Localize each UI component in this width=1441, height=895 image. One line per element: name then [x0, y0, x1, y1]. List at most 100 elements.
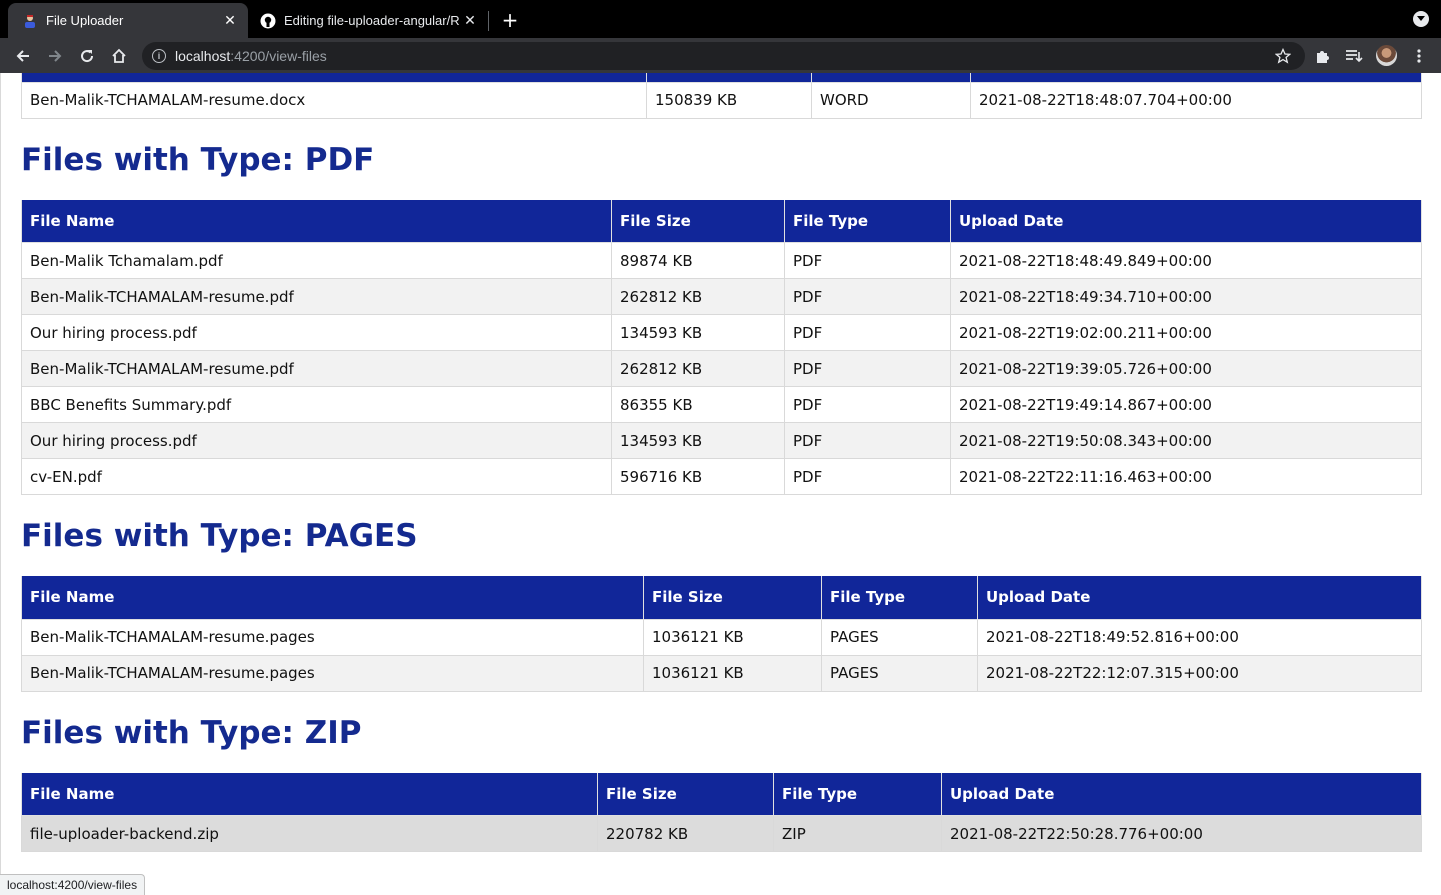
- section-heading-zip: Files with Type: ZIP: [21, 714, 362, 751]
- tab-file-uploader[interactable]: File Uploader ✕: [8, 3, 248, 38]
- table-header-row: File Name File Size File Type Upload Dat…: [21, 199, 1422, 243]
- upload-date-cell: 2021-08-22T19:49:14.867+00:00: [950, 386, 1422, 423]
- tab-github-editing[interactable]: Editing file-uploader-angular/R ✕: [248, 3, 488, 38]
- column-header-file-name[interactable]: File Name: [21, 772, 598, 816]
- upload-date-cell: 2021-08-22T22:50:28.776+00:00: [941, 815, 1422, 852]
- files-table-zip: File Name File Size File Type Upload Dat…: [21, 772, 1422, 852]
- file-type-cell: WORD: [811, 81, 971, 119]
- file-name-cell: Ben-Malik Tchamalam.pdf: [21, 242, 612, 279]
- reading-list-icon[interactable]: [1344, 46, 1364, 66]
- menu-kebab-icon[interactable]: [1409, 46, 1429, 66]
- table-row: Our hiring process.pdf 134593 KB PDF 202…: [21, 422, 1422, 459]
- upload-date-cell: 2021-08-22T22:11:16.463+00:00: [950, 458, 1422, 495]
- table-row: Our hiring process.pdf 134593 KB PDF 202…: [21, 314, 1422, 351]
- file-type-cell: PAGES: [821, 654, 978, 692]
- file-type-cell: ZIP: [773, 815, 942, 852]
- table-row: file-uploader-backend.zip 220782 KB ZIP …: [21, 815, 1422, 852]
- close-tab-icon[interactable]: ✕: [220, 11, 240, 31]
- page-left-border: [0, 73, 1, 895]
- forward-arrow-icon[interactable]: [41, 42, 69, 70]
- url-path: :4200/view-files: [230, 48, 327, 64]
- file-size-cell: 262812 KB: [611, 278, 785, 315]
- new-tab-icon[interactable]: +: [498, 8, 522, 32]
- files-table-pdf: File Name File Size File Type Upload Dat…: [21, 199, 1422, 495]
- file-type-cell: PDF: [784, 422, 951, 459]
- table-row: BBC Benefits Summary.pdf 86355 KB PDF 20…: [21, 386, 1422, 423]
- tab-strip: File Uploader ✕ Editing file-uploader-an…: [0, 0, 1441, 38]
- file-type-cell: PDF: [784, 386, 951, 423]
- column-header-upload-date[interactable]: Upload Date: [970, 73, 1422, 83]
- upload-date-cell: 2021-08-22T22:12:07.315+00:00: [977, 654, 1422, 692]
- file-name-cell: Ben-Malik-TCHAMALAM-resume.pages: [21, 654, 644, 692]
- table-header-row: File Name File Size File Type Upload Dat…: [21, 576, 1422, 620]
- address-bar[interactable]: i localhost:4200/view-files: [142, 42, 1305, 70]
- column-header-file-type[interactable]: File Type: [821, 576, 978, 620]
- back-arrow-icon[interactable]: [9, 42, 37, 70]
- column-header-file-size[interactable]: File Size: [643, 576, 822, 620]
- table-header-row: File Name File Size File Type Upload Dat…: [21, 772, 1422, 816]
- files-table-pages: File Name File Size File Type Upload Dat…: [21, 576, 1422, 692]
- file-name-cell: Our hiring process.pdf: [21, 422, 612, 459]
- table-row: Ben-Malik Tchamalam.pdf 89874 KB PDF 202…: [21, 242, 1422, 279]
- file-name-cell: Ben-Malik-TCHAMALAM-resume.docx: [21, 81, 647, 119]
- column-header-file-size[interactable]: File Size: [611, 199, 785, 243]
- file-size-cell: 1036121 KB: [643, 654, 822, 692]
- upload-date-cell: 2021-08-22T18:48:07.704+00:00: [970, 81, 1422, 119]
- angular-favicon-icon: [22, 13, 38, 29]
- file-size-cell: 150839 KB: [646, 81, 812, 119]
- bookmark-star-icon[interactable]: [1274, 47, 1292, 67]
- file-name-cell: Ben-Malik-TCHAMALAM-resume.pdf: [21, 278, 612, 315]
- file-name-cell: file-uploader-backend.zip: [21, 815, 598, 852]
- status-bubble-url: localhost:4200/view-files: [0, 874, 146, 895]
- tab-title: File Uploader: [46, 13, 124, 28]
- files-table-word: File Name File Size File Type Upload Dat…: [21, 73, 1422, 119]
- table-row: Ben-Malik-TCHAMALAM-resume.pdf 262812 KB…: [21, 350, 1422, 387]
- file-name-cell: BBC Benefits Summary.pdf: [21, 386, 612, 423]
- file-size-cell: 262812 KB: [611, 350, 785, 387]
- file-type-cell: PDF: [784, 278, 951, 315]
- file-size-cell: 86355 KB: [611, 386, 785, 423]
- file-name-cell: Ben-Malik-TCHAMALAM-resume.pages: [21, 618, 644, 656]
- extensions-puzzle-icon[interactable]: [1313, 46, 1333, 66]
- section-heading-pages: Files with Type: PAGES: [21, 518, 418, 554]
- file-type-cell: PDF: [784, 350, 951, 387]
- column-header-file-type[interactable]: File Type: [811, 73, 971, 83]
- column-header-upload-date[interactable]: Upload Date: [950, 199, 1422, 243]
- site-info-icon[interactable]: i: [152, 49, 166, 63]
- column-header-file-size[interactable]: File Size: [646, 73, 812, 83]
- page-content: File Name File Size File Type Upload Dat…: [0, 73, 1441, 895]
- column-header-file-name[interactable]: File Name: [21, 73, 647, 83]
- upload-date-cell: 2021-08-22T18:49:34.710+00:00: [950, 278, 1422, 315]
- file-size-cell: 1036121 KB: [643, 618, 822, 656]
- table-row: Ben-Malik-TCHAMALAM-resume.pdf 262812 KB…: [21, 278, 1422, 315]
- file-size-cell: 134593 KB: [611, 422, 785, 459]
- column-header-file-name[interactable]: File Name: [21, 199, 612, 243]
- upload-date-cell: 2021-08-22T19:02:00.211+00:00: [950, 314, 1422, 351]
- file-size-cell: 220782 KB: [597, 815, 774, 852]
- file-size-cell: 89874 KB: [611, 242, 785, 279]
- file-size-cell: 596716 KB: [611, 458, 785, 495]
- file-name-cell: Our hiring process.pdf: [21, 314, 612, 351]
- file-type-cell: PAGES: [821, 618, 978, 656]
- upload-date-cell: 2021-08-22T19:39:05.726+00:00: [950, 350, 1422, 387]
- tab-search-icon[interactable]: [1413, 11, 1429, 27]
- file-name-cell: Ben-Malik-TCHAMALAM-resume.pdf: [21, 350, 612, 387]
- reload-icon[interactable]: [73, 42, 101, 70]
- upload-date-cell: 2021-08-22T18:48:49.849+00:00: [950, 242, 1422, 279]
- browser-toolbar: i localhost:4200/view-files: [0, 38, 1441, 73]
- column-header-file-name[interactable]: File Name: [21, 576, 644, 620]
- tab-title: Editing file-uploader-angular/R: [284, 13, 460, 28]
- column-header-file-size[interactable]: File Size: [597, 772, 774, 816]
- column-header-upload-date[interactable]: Upload Date: [941, 772, 1422, 816]
- files-list: File Name File Size File Type Upload Dat…: [21, 73, 1422, 852]
- home-icon[interactable]: [105, 42, 133, 70]
- file-type-cell: PDF: [784, 242, 951, 279]
- tab-separator: [488, 11, 489, 31]
- table-row: Ben-Malik-TCHAMALAM-resume.docx 150839 K…: [21, 81, 1422, 119]
- column-header-upload-date[interactable]: Upload Date: [977, 576, 1422, 620]
- column-header-file-type[interactable]: File Type: [784, 199, 951, 243]
- column-header-file-type[interactable]: File Type: [773, 772, 942, 816]
- file-type-cell: PDF: [784, 314, 951, 351]
- profile-avatar[interactable]: [1376, 45, 1397, 66]
- close-tab-icon[interactable]: ✕: [460, 11, 480, 31]
